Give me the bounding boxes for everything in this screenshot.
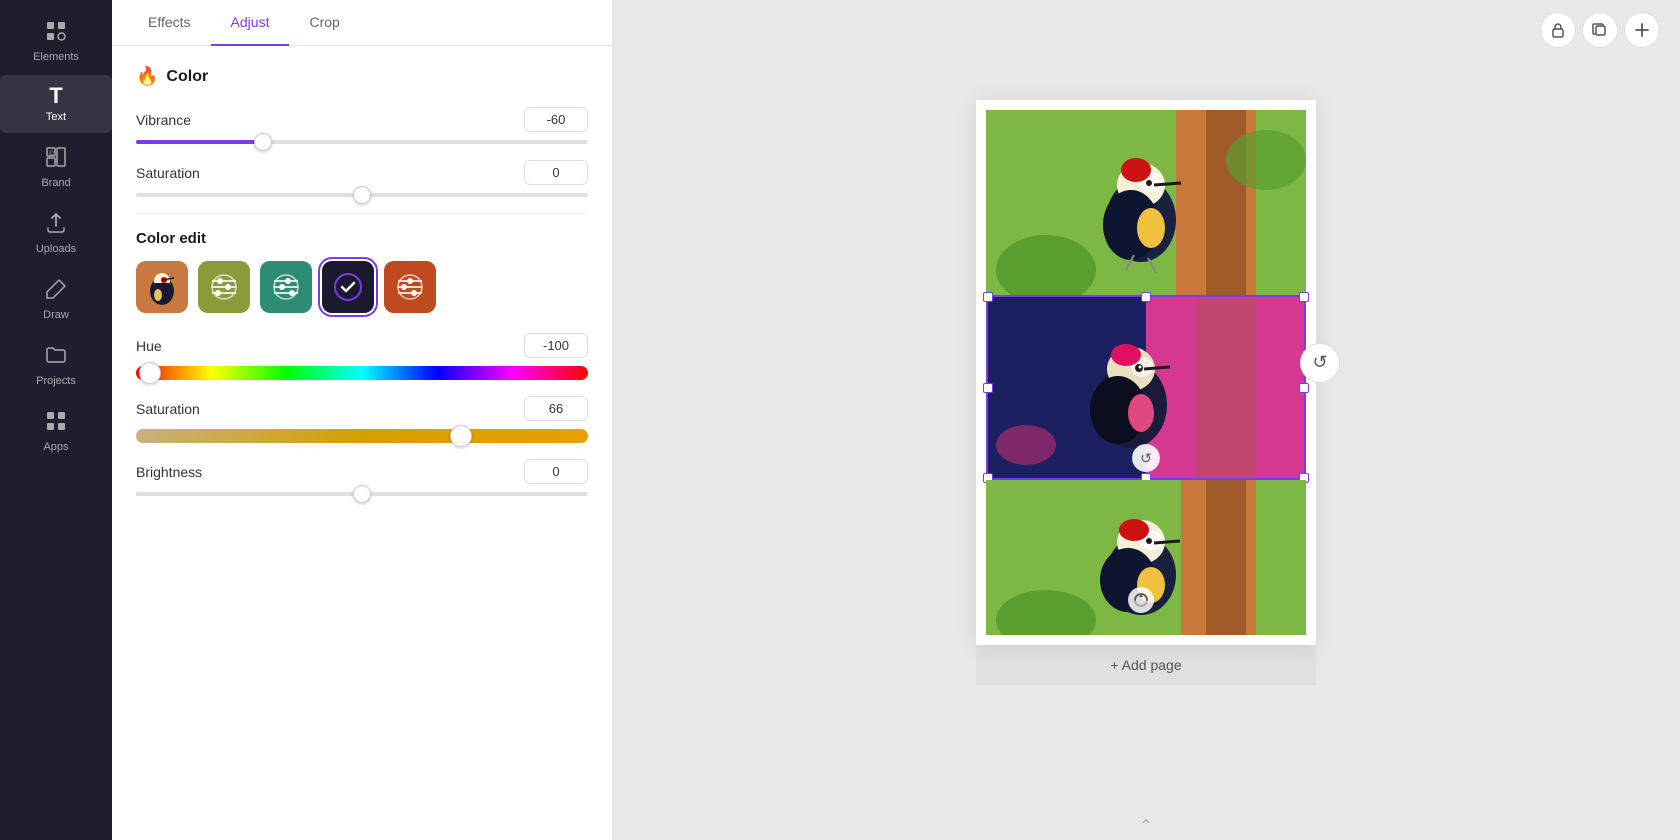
saturation-1-value[interactable] <box>524 160 588 185</box>
rotate-canvas-button[interactable]: ↺ <box>1300 343 1340 383</box>
sidebar-item-projects-label: Projects <box>36 375 76 387</box>
apps-icon <box>44 409 68 437</box>
saturation-1-row: Saturation <box>136 160 588 197</box>
sidebar-item-text-label: Text <box>46 111 66 123</box>
brightness-slider-thumb[interactable] <box>353 485 371 503</box>
refresh-button[interactable]: ↺ <box>1132 444 1160 472</box>
sidebar-item-projects[interactable]: Projects <box>0 333 112 397</box>
vibrance-slider-thumb[interactable] <box>254 133 272 151</box>
draw-icon <box>44 277 68 305</box>
panel-tabs: Effects Adjust Crop <box>112 0 612 46</box>
bird-image-3[interactable] <box>986 480 1306 635</box>
bottom-chevron-icon: ⌃ <box>1139 816 1152 836</box>
saturation-2-row: Saturation <box>136 396 588 443</box>
color-swatch-1[interactable] <box>136 261 188 313</box>
lock-button[interactable] <box>1540 12 1576 48</box>
saturation-2-slider-thumb[interactable] <box>450 425 472 447</box>
color-edit-section: Color edit <box>136 230 588 313</box>
color-swatch-5[interactable] <box>384 261 436 313</box>
sidebar: Elements T Text © Brand Uploads <box>0 0 112 840</box>
color-swatch-3[interactable] <box>260 261 312 313</box>
sidebar-item-draw[interactable]: Draw <box>0 267 112 331</box>
tab-effects[interactable]: Effects <box>128 0 211 46</box>
svg-text:©: © <box>49 150 55 158</box>
color-section-title: Color <box>166 68 208 86</box>
panel-content: 🔥 Color Vibrance Saturation <box>112 46 612 840</box>
canvas-area: ↺ <box>612 0 1680 840</box>
brightness-slider-track[interactable] <box>136 492 588 496</box>
adjust-panel: Effects Adjust Crop 🔥 Color Vibrance Sat… <box>112 0 612 840</box>
top-toolbar <box>1540 12 1660 48</box>
sidebar-item-apps[interactable]: Apps <box>0 399 112 463</box>
brightness-value[interactable] <box>524 459 588 484</box>
sidebar-item-uploads[interactable]: Uploads <box>0 201 112 265</box>
vibrance-slider-fill <box>136 140 263 144</box>
vibrance-value[interactable] <box>524 107 588 132</box>
hue-value[interactable] <box>524 333 588 358</box>
brand-icon: © <box>44 145 68 173</box>
bird-image-1[interactable] <box>986 110 1306 295</box>
add-page-bar[interactable]: + Add page <box>976 645 1316 685</box>
sidebar-item-elements-label: Elements <box>33 51 79 63</box>
vibrance-row: Vibrance <box>136 107 588 144</box>
canvas-document: ↺ <box>976 40 1316 685</box>
sidebar-item-apps-label: Apps <box>43 441 68 453</box>
saturation-2-value[interactable] <box>524 396 588 421</box>
color-swatch-2[interactable] <box>198 261 250 313</box>
hue-row: Hue <box>136 333 588 380</box>
divider-1 <box>136 213 588 214</box>
saturation-1-slider-track[interactable] <box>136 193 588 197</box>
saturation-2-slider-track[interactable] <box>136 429 588 443</box>
uploads-icon <box>44 211 68 239</box>
color-swatches <box>136 261 588 313</box>
add-button[interactable] <box>1624 12 1660 48</box>
canvas-page: ↺ <box>976 100 1316 645</box>
tab-crop[interactable]: Crop <box>289 0 359 46</box>
vibrance-label: Vibrance <box>136 112 191 128</box>
brightness-row: Brightness <box>136 459 588 496</box>
color-section-icon: 🔥 <box>136 66 158 87</box>
saturation-2-label: Saturation <box>136 401 200 417</box>
saturation-1-label: Saturation <box>136 165 200 181</box>
sidebar-item-draw-label: Draw <box>43 309 69 321</box>
color-edit-title: Color edit <box>136 230 588 247</box>
tab-adjust[interactable]: Adjust <box>211 0 290 46</box>
sidebar-item-brand[interactable]: © Brand <box>0 135 112 199</box>
hue-label: Hue <box>136 338 162 354</box>
bird-image-2-container: ↺ <box>986 295 1306 480</box>
color-section-header: 🔥 Color <box>136 66 588 87</box>
sidebar-item-elements[interactable]: Elements <box>0 9 112 73</box>
vibrance-slider-track[interactable] <box>136 140 588 144</box>
sidebar-item-brand-label: Brand <box>41 177 70 189</box>
sidebar-item-uploads-label: Uploads <box>36 243 76 255</box>
copy-button[interactable] <box>1582 12 1618 48</box>
hue-slider-thumb[interactable] <box>139 362 161 384</box>
elements-icon <box>44 19 68 47</box>
brightness-label: Brightness <box>136 464 202 480</box>
sidebar-item-text[interactable]: T Text <box>0 75 112 133</box>
hue-slider-track[interactable] <box>136 366 588 380</box>
text-icon: T <box>49 85 62 107</box>
color-swatch-4[interactable] <box>322 261 374 313</box>
saturation-1-slider-thumb[interactable] <box>353 186 371 204</box>
projects-icon <box>44 343 68 371</box>
